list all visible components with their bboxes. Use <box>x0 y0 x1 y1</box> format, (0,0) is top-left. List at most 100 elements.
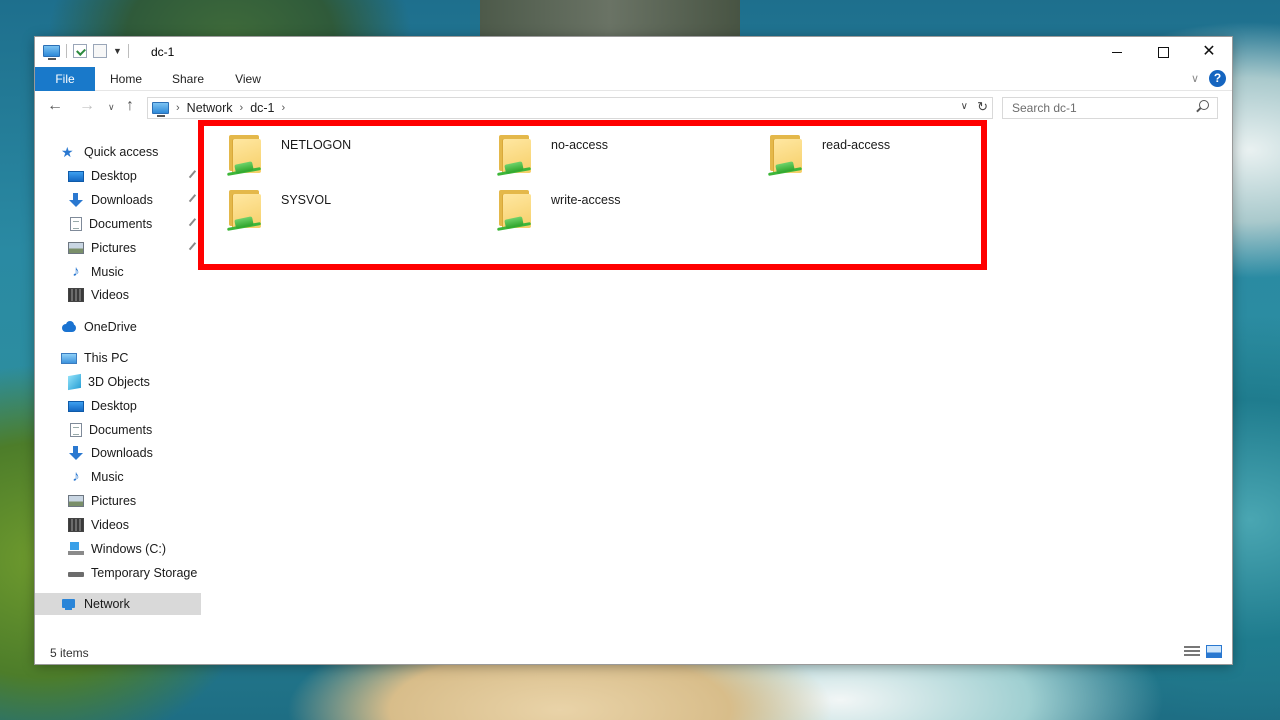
network-icon <box>61 597 77 611</box>
star-icon: ★ <box>61 144 74 160</box>
toolbar-divider <box>127 44 129 58</box>
sidebar-item-windows-c[interactable]: Windows (C:) <box>35 538 201 560</box>
videos-icon <box>68 288 84 302</box>
sidebar-item-label: Videos <box>91 518 129 532</box>
tab-view[interactable]: View <box>225 67 271 91</box>
sidebar-item-videos-pc[interactable]: Videos <box>35 514 201 536</box>
sidebar-item-desktop-pc[interactable]: Desktop <box>35 395 201 417</box>
sidebar-item-documents[interactable]: Documents <box>35 213 201 235</box>
navigation-pane: ★ Quick access Desktop Downloads Documen… <box>35 133 203 638</box>
recent-locations-chevron-icon[interactable]: ∨ <box>108 102 115 113</box>
properties-icon[interactable] <box>73 44 87 58</box>
sidebar-item-label: Downloads <box>91 193 153 207</box>
this-pc-icon <box>152 102 169 117</box>
sidebar-item-documents-pc[interactable]: Documents <box>35 419 201 441</box>
toolbar-divider <box>66 44 67 58</box>
sidebar-item-label: Temporary Storage <box>91 566 198 580</box>
close-button[interactable]: ✕ <box>1186 37 1232 67</box>
sidebar-item-label: Documents <box>89 423 153 437</box>
large-icons-view-icon[interactable] <box>1206 645 1222 658</box>
desktop-background-rock <box>480 0 740 40</box>
sidebar-item-label: Pictures <box>91 494 137 508</box>
maximize-icon <box>1157 46 1169 58</box>
downloads-icon <box>68 446 84 460</box>
sidebar-item-label: Music <box>91 470 124 484</box>
videos-icon <box>68 518 84 532</box>
ribbon-tabs: File Home Share View ∨ ? <box>35 67 1232 91</box>
caption-buttons: ✕ <box>1094 37 1232 67</box>
address-bar[interactable]: › Network › dc-1 › ∨ ↻ <box>147 97 993 119</box>
sidebar-item-this-pc[interactable]: This PC <box>35 347 201 369</box>
sidebar-item-label: Downloads <box>91 446 153 460</box>
customize-toolbar-dropdown-icon[interactable]: ▼ <box>113 46 122 56</box>
minimize-icon <box>1112 51 1122 53</box>
sidebar-item-label: Documents <box>89 217 153 231</box>
sidebar-item-label: Quick access <box>84 145 159 159</box>
music-icon: ♪ <box>72 468 80 485</box>
breadcrumb-chevron-icon[interactable]: › <box>240 102 244 114</box>
navigation-bar: ← → ∨ ↑ › Network › dc-1 › ∨ ↻ Search dc… <box>35 95 1232 121</box>
sidebar-item-network[interactable]: Network <box>35 593 201 615</box>
this-pc-icon <box>61 352 77 364</box>
sidebar-item-desktop[interactable]: Desktop <box>35 165 201 187</box>
status-bar: 5 items <box>35 638 1232 664</box>
breadcrumb-network[interactable]: Network <box>187 101 233 115</box>
music-icon: ♪ <box>72 263 80 280</box>
sidebar-item-label: Desktop <box>91 399 137 413</box>
help-icon[interactable]: ? <box>1209 70 1226 87</box>
breadcrumb-dc-1[interactable]: dc-1 <box>250 101 274 115</box>
new-folder-icon[interactable] <box>93 44 107 58</box>
sidebar-item-onedrive[interactable]: OneDrive <box>35 316 201 338</box>
up-arrow-icon[interactable]: ↑ <box>126 97 134 115</box>
sidebar-item-downloads-pc[interactable]: Downloads <box>35 442 201 464</box>
refresh-icon[interactable]: ↻ <box>977 99 988 115</box>
downloads-icon <box>68 193 84 207</box>
sidebar-item-music-pc[interactable]: ♪ Music <box>35 466 201 488</box>
search-input[interactable]: Search dc-1 <box>1002 97 1218 119</box>
ribbon-controls: ∨ ? <box>1191 70 1226 87</box>
sidebar-item-label: This PC <box>84 351 129 365</box>
onedrive-icon <box>61 320 77 334</box>
sidebar-item-label: Windows (C:) <box>91 542 167 556</box>
sidebar-item-label: Videos <box>91 288 129 302</box>
pictures-icon <box>68 242 84 254</box>
forward-arrow-icon[interactable]: → <box>79 97 95 115</box>
sidebar-item-videos[interactable]: Videos <box>35 284 201 306</box>
details-view-icon[interactable] <box>1184 646 1200 658</box>
this-pc-icon[interactable] <box>43 45 60 60</box>
sidebar-item-quick-access[interactable]: ★ Quick access <box>35 141 201 163</box>
title-bar[interactable]: ▼ dc-1 ✕ <box>35 37 1232 67</box>
sidebar-item-label: Network <box>84 597 130 611</box>
window-title: dc-1 <box>151 45 175 59</box>
maximize-button[interactable] <box>1140 37 1186 67</box>
sidebar-item-label: 3D Objects <box>88 375 150 389</box>
sidebar-item-pictures[interactable]: Pictures <box>35 237 201 259</box>
documents-icon <box>70 423 82 437</box>
sidebar-item-label: OneDrive <box>84 320 137 334</box>
sidebar-item-music[interactable]: ♪ Music <box>35 261 201 283</box>
breadcrumb-chevron-icon[interactable]: › <box>282 102 286 114</box>
minimize-button[interactable] <box>1094 37 1140 67</box>
sidebar-item-temporary-storage[interactable]: Temporary Storage <box>35 562 201 584</box>
desktop-icon <box>68 401 84 412</box>
close-icon: ✕ <box>1202 43 1216 60</box>
documents-icon <box>70 217 82 231</box>
breadcrumb-chevron-icon[interactable]: › <box>176 102 180 114</box>
sidebar-item-downloads[interactable]: Downloads <box>35 189 201 211</box>
tab-home[interactable]: Home <box>103 67 149 91</box>
back-arrow-icon[interactable]: ← <box>47 97 63 115</box>
sidebar-item-label: Music <box>91 265 124 279</box>
quick-access-toolbar: ▼ <box>43 44 129 60</box>
search-icon <box>1199 100 1209 110</box>
tab-file[interactable]: File <box>35 67 95 91</box>
search-placeholder: Search dc-1 <box>1012 101 1077 115</box>
tab-share[interactable]: Share <box>165 67 211 91</box>
pictures-icon <box>68 495 84 507</box>
file-explorer-window: ▼ dc-1 ✕ File Home Share View ∨ ? ← → ∨ … <box>35 37 1232 664</box>
sidebar-item-3d-objects[interactable]: 3D Objects <box>35 371 201 393</box>
expand-ribbon-chevron-icon[interactable]: ∨ <box>1191 72 1199 85</box>
3d-objects-icon <box>68 373 81 391</box>
address-dropdown-icon[interactable]: ∨ <box>961 101 968 112</box>
desktop-icon <box>68 171 84 182</box>
sidebar-item-pictures-pc[interactable]: Pictures <box>35 490 201 512</box>
